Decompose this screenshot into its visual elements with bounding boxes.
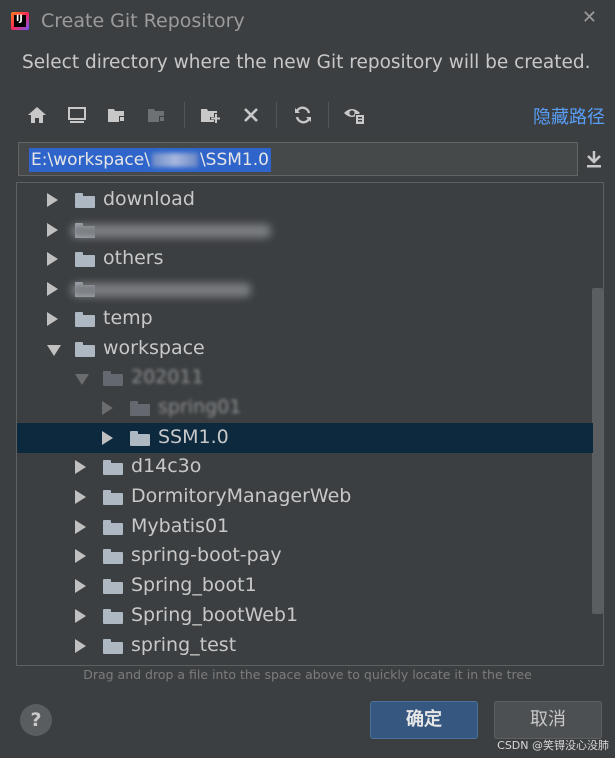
tree-row-label: Spring_boot1 bbox=[131, 574, 257, 597]
expand-arrow-icon[interactable] bbox=[75, 638, 86, 653]
folder-icon bbox=[103, 638, 123, 654]
refresh-icon[interactable] bbox=[290, 102, 316, 128]
folder-icon bbox=[103, 549, 123, 565]
expand-arrow-icon[interactable] bbox=[75, 490, 86, 504]
tree-row[interactable]: download bbox=[17, 185, 593, 215]
ok-button[interactable]: 确定 bbox=[370, 701, 478, 739]
toolbar bbox=[22, 98, 422, 132]
path-suffix: \SSM1.0 bbox=[199, 150, 269, 170]
hide-path-link[interactable]: 隐藏路径 bbox=[533, 103, 605, 129]
drag-drop-hint: Drag and drop a file into the space abov… bbox=[83, 667, 532, 682]
path-selected-text: E:\workspace\ \SSM1.0 bbox=[29, 148, 271, 172]
new-folder-icon[interactable] bbox=[198, 102, 224, 128]
expand-arrow-icon[interactable] bbox=[75, 460, 86, 475]
cancel-button[interactable]: 取消 bbox=[494, 701, 602, 739]
desktop-icon[interactable] bbox=[64, 102, 90, 128]
expand-arrow-icon[interactable] bbox=[47, 311, 58, 326]
tree-row-label: DormitoryManagerWeb bbox=[131, 485, 352, 507]
delete-icon[interactable] bbox=[238, 102, 264, 128]
folder-icon bbox=[103, 490, 123, 505]
tree-row-label: d14c3o bbox=[131, 455, 202, 478]
tree-row-label: Mybatis01 bbox=[131, 514, 230, 537]
expand-arrow-icon[interactable] bbox=[75, 549, 86, 564]
scrollbar[interactable] bbox=[592, 183, 603, 665]
tree-row[interactable]: Mybatis01 bbox=[17, 512, 593, 542]
expand-arrow-icon[interactable] bbox=[102, 400, 113, 415]
tree-row[interactable]: d14c3o bbox=[17, 452, 593, 482]
tree-row[interactable]: workspace bbox=[17, 334, 593, 364]
folder-icon bbox=[103, 371, 123, 387]
download-icon[interactable] bbox=[584, 148, 604, 170]
folder-icon bbox=[75, 341, 95, 357]
tree-row-label: SSM1.0 bbox=[158, 425, 229, 448]
redacted-folder-name bbox=[71, 283, 251, 298]
tree-row[interactable]: others bbox=[17, 244, 593, 274]
tree-row[interactable]: temp bbox=[17, 304, 593, 334]
home-icon[interactable] bbox=[24, 102, 50, 128]
folder-icon bbox=[103, 460, 123, 476]
module-icon[interactable] bbox=[144, 102, 170, 128]
intellij-logo-icon: IJ bbox=[11, 12, 29, 30]
tree-row-label: 202011 bbox=[131, 366, 204, 389]
tree-row-label: download bbox=[103, 188, 195, 210]
title-bar: IJ Create Git Repository ✕ bbox=[0, 0, 615, 42]
collapse-arrow-icon[interactable] bbox=[47, 344, 61, 356]
tree-row[interactable]: Spring_bootWeb1 bbox=[17, 601, 593, 631]
tree-row-label: temp bbox=[103, 306, 153, 329]
tree-row[interactable] bbox=[17, 274, 593, 304]
show-hidden-icon[interactable] bbox=[342, 102, 368, 128]
expand-arrow-icon[interactable] bbox=[47, 282, 58, 297]
toolbar-separator bbox=[328, 102, 329, 128]
tree-row-label: spring-boot-pay bbox=[131, 544, 282, 567]
folder-icon bbox=[75, 311, 95, 327]
redacted-folder-name bbox=[71, 223, 271, 238]
expand-arrow-icon[interactable] bbox=[47, 252, 58, 267]
folder-icon bbox=[75, 193, 95, 208]
folder-icon bbox=[75, 252, 95, 268]
project-icon[interactable] bbox=[104, 102, 130, 128]
expand-arrow-icon[interactable] bbox=[102, 430, 113, 445]
folder-icon bbox=[103, 579, 123, 595]
tree-row[interactable]: DormitoryManagerWeb bbox=[17, 482, 593, 512]
tree-row-label: spring_test bbox=[131, 633, 237, 656]
dialog-description: Select directory where the new Git repos… bbox=[22, 52, 591, 73]
expand-arrow-icon[interactable] bbox=[75, 579, 86, 594]
path-input[interactable]: E:\workspace\ \SSM1.0 bbox=[18, 142, 578, 176]
directory-tree[interactable]: download others temp workspace 202011 spring0… bbox=[16, 182, 604, 666]
expand-arrow-icon[interactable] bbox=[47, 193, 58, 207]
tree-row-label: workspace bbox=[103, 336, 205, 359]
tree-row[interactable]: 202011 bbox=[17, 363, 593, 393]
scrollbar-thumb[interactable] bbox=[592, 288, 603, 614]
tree-row-label: Spring_bootWeb1 bbox=[131, 603, 299, 626]
help-button[interactable]: ? bbox=[20, 704, 52, 736]
expand-arrow-icon[interactable] bbox=[47, 222, 58, 237]
folder-icon bbox=[103, 519, 123, 535]
folder-icon bbox=[130, 400, 150, 416]
tree-row-label: others bbox=[103, 247, 164, 270]
redacted-segment bbox=[151, 153, 198, 167]
watermark: CSDN @笑锝没心没肺 bbox=[497, 739, 609, 752]
tree-row-selected[interactable]: SSM1.0 bbox=[17, 422, 593, 453]
path-prefix: E:\workspace\ bbox=[31, 150, 150, 170]
expand-arrow-icon[interactable] bbox=[75, 519, 86, 534]
close-icon[interactable]: ✕ bbox=[582, 7, 597, 28]
tree-row[interactable]: Spring_boot1 bbox=[17, 571, 593, 601]
window-title: Create Git Repository bbox=[41, 10, 245, 32]
tree-row-label: spring01 bbox=[158, 395, 242, 418]
collapse-arrow-icon[interactable] bbox=[75, 374, 89, 386]
tree-row[interactable]: spring-boot-pay bbox=[17, 541, 593, 571]
expand-arrow-icon[interactable] bbox=[75, 608, 86, 623]
tree-row[interactable]: spring01 bbox=[17, 393, 593, 423]
toolbar-separator bbox=[184, 102, 185, 128]
folder-icon bbox=[130, 430, 150, 446]
toolbar-separator bbox=[276, 102, 277, 128]
folder-icon bbox=[103, 608, 123, 624]
tree-row[interactable] bbox=[17, 215, 593, 245]
tree-row[interactable]: spring_test bbox=[17, 631, 593, 661]
